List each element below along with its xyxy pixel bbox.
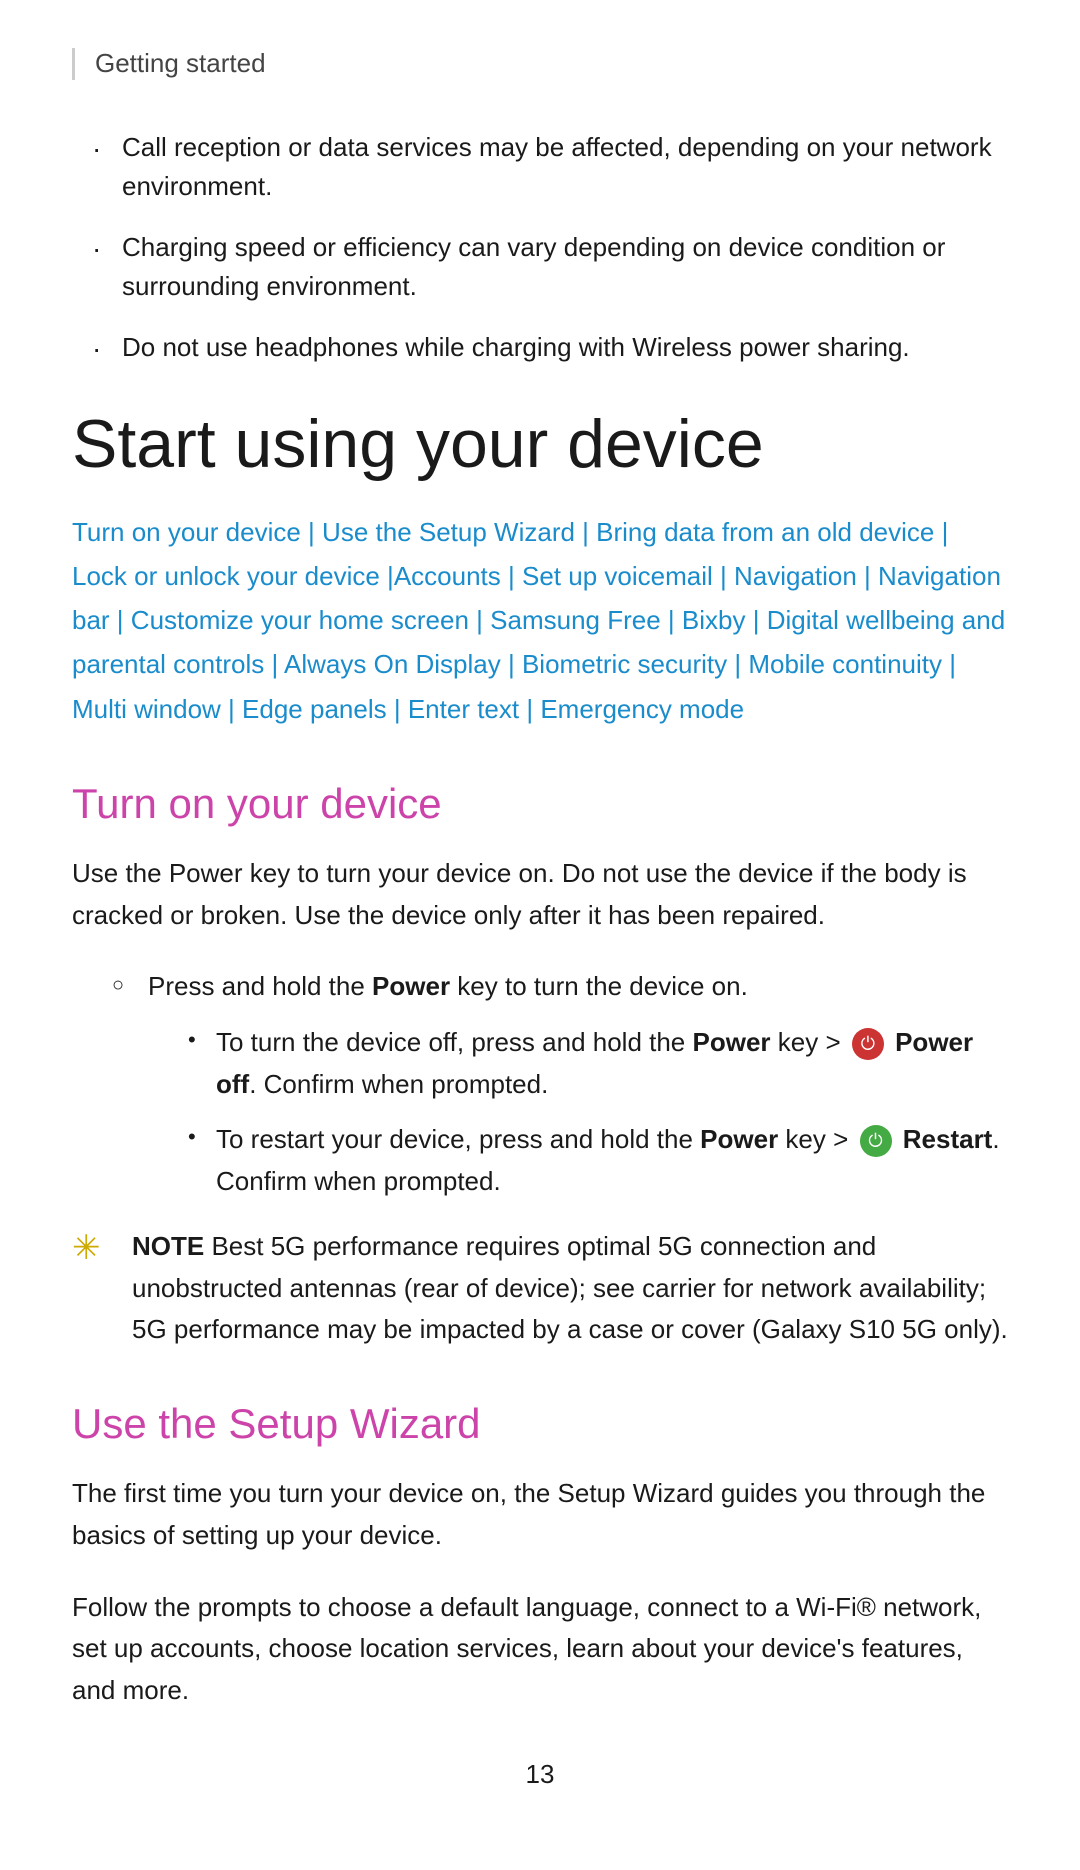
header-bar: Getting started <box>72 48 1008 80</box>
link-samsung-free[interactable]: Samsung Free <box>490 605 661 635</box>
section1-body: Use the Power key to turn your device on… <box>72 853 1008 936</box>
bold-power-off: Power <box>693 1027 771 1057</box>
bold-power: Power <box>372 971 450 1001</box>
link-turn-on-device[interactable]: Turn on your device <box>72 517 301 547</box>
nested-list: To turn the device off, press and hold t… <box>148 1022 1008 1202</box>
link-bixby[interactable]: Bixby <box>682 605 746 635</box>
note-block: ✳ NOTE Best 5G performance requires opti… <box>72 1226 1008 1351</box>
section2-body1: The first time you turn your device on, … <box>72 1473 1008 1556</box>
link-customize-home[interactable]: Customize your home screen <box>131 605 469 635</box>
page-container: Getting started Call reception or data s… <box>0 0 1080 1870</box>
list-item: Do not use headphones while charging wit… <box>92 328 1008 367</box>
note-label: NOTE <box>132 1231 204 1261</box>
main-title: Start using your device <box>72 407 1008 482</box>
link-voicemail[interactable]: Set up voicemail <box>522 561 713 591</box>
section-setup-wizard: Use the Setup Wizard The first time you … <box>72 1399 1008 1711</box>
section1-sub-list: Press and hold the Power key to turn the… <box>72 966 1008 1202</box>
link-multi-window[interactable]: Multi window <box>72 694 221 724</box>
link-edge-panels[interactable]: Edge panels <box>242 694 387 724</box>
link-lock-unlock[interactable]: Lock or unlock your device <box>72 561 380 591</box>
section-turn-on: Turn on your device Use the Power key to… <box>72 779 1008 1351</box>
intro-bullet-list: Call reception or data services may be a… <box>72 128 1008 367</box>
link-emergency-mode[interactable]: Emergency mode <box>540 694 744 724</box>
note-text-block: NOTE Best 5G performance requires optima… <box>132 1226 1008 1351</box>
link-enter-text[interactable]: Enter text <box>408 694 519 724</box>
list-item: Charging speed or efficiency can vary de… <box>92 228 1008 306</box>
list-item: To turn the device off, press and hold t… <box>188 1022 1008 1105</box>
restart-icon <box>860 1125 892 1157</box>
section2-heading: Use the Setup Wizard <box>72 1399 1008 1449</box>
link-setup-wizard[interactable]: Use the Setup Wizard <box>322 517 575 547</box>
list-item: Call reception or data services may be a… <box>92 128 1008 206</box>
link-bring-data[interactable]: Bring data from an old device <box>596 517 934 547</box>
section2-body2: Follow the prompts to choose a default l… <box>72 1587 1008 1712</box>
link-always-on-display[interactable]: Always On Display <box>284 649 501 679</box>
bold-restart-label: Restart <box>903 1124 993 1154</box>
link-navigation[interactable]: Navigation <box>734 561 857 591</box>
page-number: 13 <box>72 1759 1008 1790</box>
note-body: Best 5G performance requires optimal 5G … <box>132 1231 1008 1344</box>
list-item-circle: Press and hold the Power key to turn the… <box>112 966 1008 1202</box>
circle-bullet-text: Press and hold the Power key to turn the… <box>148 971 748 1001</box>
link-accounts[interactable]: Accounts <box>394 561 501 591</box>
list-item: To restart your device, press and hold t… <box>188 1119 1008 1202</box>
links-block: Turn on your device | Use the Setup Wiza… <box>72 510 1008 731</box>
note-sun-icon: ✳ <box>72 1228 116 1268</box>
header-title: Getting started <box>95 48 266 78</box>
link-biometric[interactable]: Biometric security <box>522 649 727 679</box>
section1-heading: Turn on your device <box>72 779 1008 829</box>
power-off-icon <box>852 1028 884 1060</box>
link-mobile-continuity[interactable]: Mobile continuity <box>748 649 942 679</box>
bold-restart: Power <box>700 1124 778 1154</box>
